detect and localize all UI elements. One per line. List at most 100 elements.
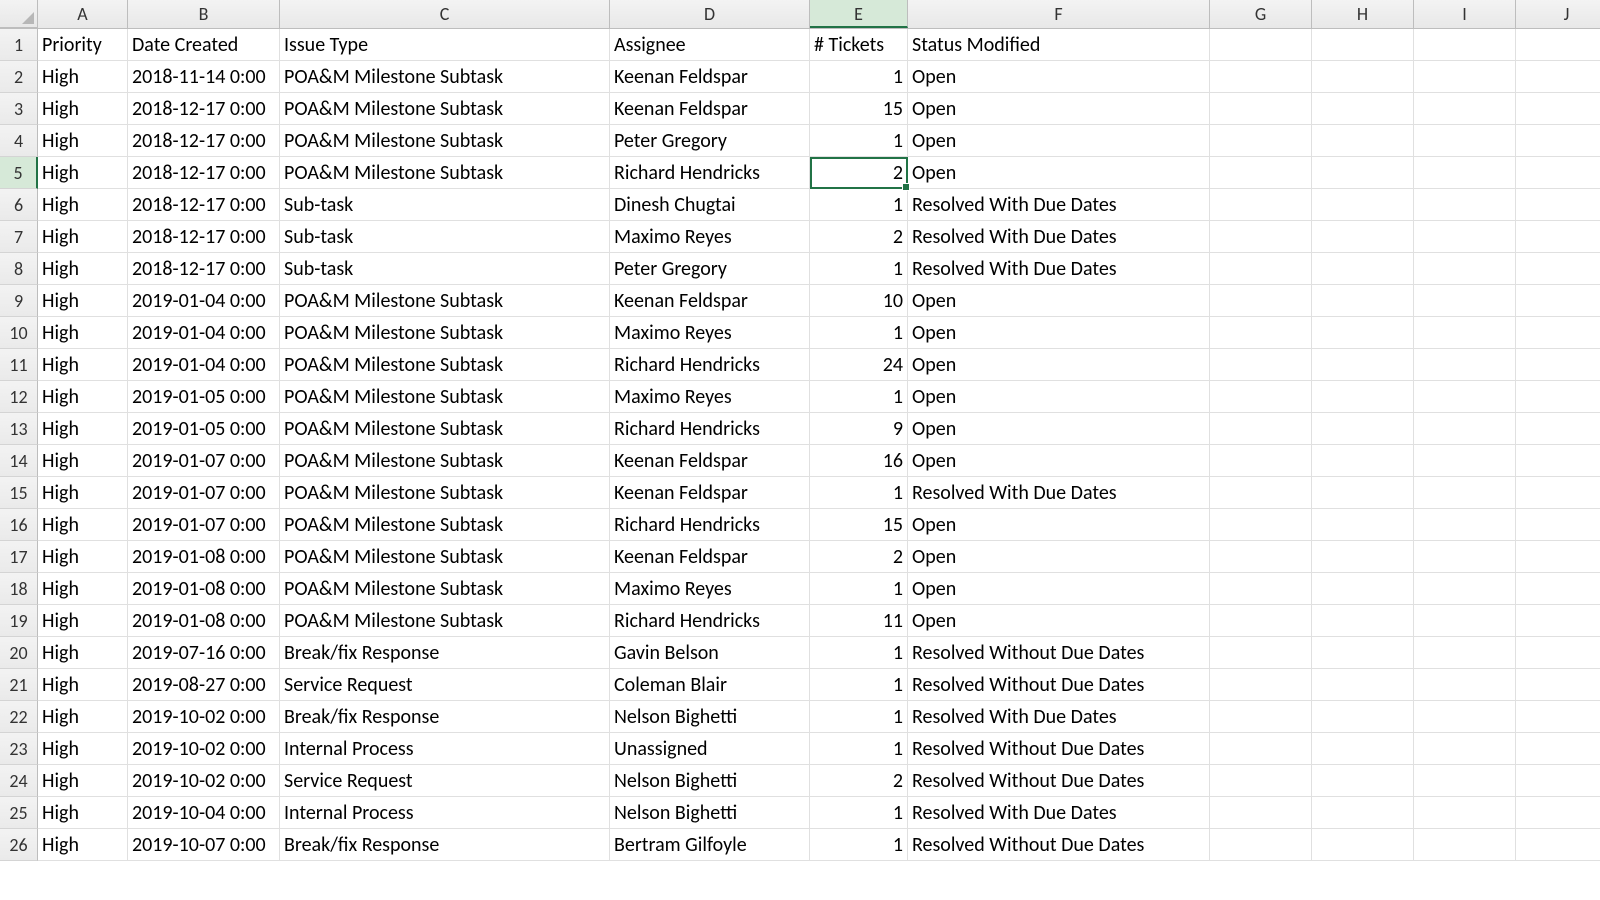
spreadsheet-grid[interactable]: ABCDEFGHIJ 1PriorityDate CreatedIssue Ty… — [0, 0, 1600, 861]
cell-A20[interactable]: High — [38, 637, 128, 669]
cell-I2[interactable] — [1414, 61, 1516, 93]
cell-C21[interactable]: Service Request — [280, 669, 610, 701]
cell-C1[interactable]: Issue Type — [280, 29, 610, 61]
cell-D16[interactable]: Richard Hendricks — [610, 509, 810, 541]
row-header-19[interactable]: 19 — [0, 605, 38, 637]
cell-H10[interactable] — [1312, 317, 1414, 349]
cell-J15[interactable] — [1516, 477, 1600, 509]
cell-B25[interactable]: 2019-10-04 0:00 — [128, 797, 280, 829]
row-header-2[interactable]: 2 — [0, 61, 38, 93]
cell-D6[interactable]: Dinesh Chugtai — [610, 189, 810, 221]
cell-D2[interactable]: Keenan Feldspar — [610, 61, 810, 93]
cell-G9[interactable] — [1210, 285, 1312, 317]
cell-F21[interactable]: Resolved Without Due Dates — [908, 669, 1210, 701]
cell-I11[interactable] — [1414, 349, 1516, 381]
row-header-23[interactable]: 23 — [0, 733, 38, 765]
cell-J14[interactable] — [1516, 445, 1600, 477]
cell-I3[interactable] — [1414, 93, 1516, 125]
column-header-E[interactable]: E — [810, 0, 908, 28]
cell-J10[interactable] — [1516, 317, 1600, 349]
cell-J17[interactable] — [1516, 541, 1600, 573]
cell-B12[interactable]: 2019-01-05 0:00 — [128, 381, 280, 413]
cell-B19[interactable]: 2019-01-08 0:00 — [128, 605, 280, 637]
cell-I22[interactable] — [1414, 701, 1516, 733]
cell-J7[interactable] — [1516, 221, 1600, 253]
column-header-G[interactable]: G — [1210, 0, 1312, 28]
cell-B20[interactable]: 2019-07-16 0:00 — [128, 637, 280, 669]
cell-J5[interactable] — [1516, 157, 1600, 189]
cell-F1[interactable]: Status Modified — [908, 29, 1210, 61]
cell-J24[interactable] — [1516, 765, 1600, 797]
cell-B2[interactable]: 2018-11-14 0:00 — [128, 61, 280, 93]
cell-C23[interactable]: Internal Process — [280, 733, 610, 765]
cell-I8[interactable] — [1414, 253, 1516, 285]
cell-F6[interactable]: Resolved With Due Dates — [908, 189, 1210, 221]
cell-J22[interactable] — [1516, 701, 1600, 733]
cell-G14[interactable] — [1210, 445, 1312, 477]
cell-F7[interactable]: Resolved With Due Dates — [908, 221, 1210, 253]
cell-E21[interactable]: 1 — [810, 669, 908, 701]
row-header-4[interactable]: 4 — [0, 125, 38, 157]
cell-I6[interactable] — [1414, 189, 1516, 221]
cell-G25[interactable] — [1210, 797, 1312, 829]
cell-I25[interactable] — [1414, 797, 1516, 829]
cell-D20[interactable]: Gavin Belson — [610, 637, 810, 669]
cell-D9[interactable]: Keenan Feldspar — [610, 285, 810, 317]
cell-G7[interactable] — [1210, 221, 1312, 253]
cell-A19[interactable]: High — [38, 605, 128, 637]
cell-F16[interactable]: Open — [908, 509, 1210, 541]
cell-F15[interactable]: Resolved With Due Dates — [908, 477, 1210, 509]
cell-J1[interactable] — [1516, 29, 1600, 61]
column-header-I[interactable]: I — [1414, 0, 1516, 28]
cell-C25[interactable]: Internal Process — [280, 797, 610, 829]
cell-C14[interactable]: POA&M Milestone Subtask — [280, 445, 610, 477]
cell-E22[interactable]: 1 — [810, 701, 908, 733]
row-header-24[interactable]: 24 — [0, 765, 38, 797]
row-header-17[interactable]: 17 — [0, 541, 38, 573]
cell-H6[interactable] — [1312, 189, 1414, 221]
cell-J6[interactable] — [1516, 189, 1600, 221]
cell-B15[interactable]: 2019-01-07 0:00 — [128, 477, 280, 509]
cell-J8[interactable] — [1516, 253, 1600, 285]
cell-C20[interactable]: Break/fix Response — [280, 637, 610, 669]
cell-E16[interactable]: 15 — [810, 509, 908, 541]
row-header-13[interactable]: 13 — [0, 413, 38, 445]
cell-A25[interactable]: High — [38, 797, 128, 829]
cell-I10[interactable] — [1414, 317, 1516, 349]
cell-H17[interactable] — [1312, 541, 1414, 573]
cell-F14[interactable]: Open — [908, 445, 1210, 477]
cell-A4[interactable]: High — [38, 125, 128, 157]
cell-B23[interactable]: 2019-10-02 0:00 — [128, 733, 280, 765]
cell-B3[interactable]: 2018-12-17 0:00 — [128, 93, 280, 125]
cell-A21[interactable]: High — [38, 669, 128, 701]
cell-E7[interactable]: 2 — [810, 221, 908, 253]
cell-H22[interactable] — [1312, 701, 1414, 733]
cell-D13[interactable]: Richard Hendricks — [610, 413, 810, 445]
row-header-26[interactable]: 26 — [0, 829, 38, 861]
cell-B11[interactable]: 2019-01-04 0:00 — [128, 349, 280, 381]
cell-H8[interactable] — [1312, 253, 1414, 285]
cell-H24[interactable] — [1312, 765, 1414, 797]
cell-G21[interactable] — [1210, 669, 1312, 701]
cell-F22[interactable]: Resolved With Due Dates — [908, 701, 1210, 733]
cell-A2[interactable]: High — [38, 61, 128, 93]
cell-G5[interactable] — [1210, 157, 1312, 189]
cell-I16[interactable] — [1414, 509, 1516, 541]
cell-D1[interactable]: Assignee — [610, 29, 810, 61]
cell-H9[interactable] — [1312, 285, 1414, 317]
cell-C9[interactable]: POA&M Milestone Subtask — [280, 285, 610, 317]
cell-I24[interactable] — [1414, 765, 1516, 797]
cell-E4[interactable]: 1 — [810, 125, 908, 157]
cell-J3[interactable] — [1516, 93, 1600, 125]
cell-C12[interactable]: POA&M Milestone Subtask — [280, 381, 610, 413]
cell-E19[interactable]: 11 — [810, 605, 908, 637]
cell-A26[interactable]: High — [38, 829, 128, 861]
cell-J4[interactable] — [1516, 125, 1600, 157]
cell-H25[interactable] — [1312, 797, 1414, 829]
row-header-25[interactable]: 25 — [0, 797, 38, 829]
cell-J19[interactable] — [1516, 605, 1600, 637]
row-header-22[interactable]: 22 — [0, 701, 38, 733]
cell-F11[interactable]: Open — [908, 349, 1210, 381]
cell-I15[interactable] — [1414, 477, 1516, 509]
row-header-11[interactable]: 11 — [0, 349, 38, 381]
